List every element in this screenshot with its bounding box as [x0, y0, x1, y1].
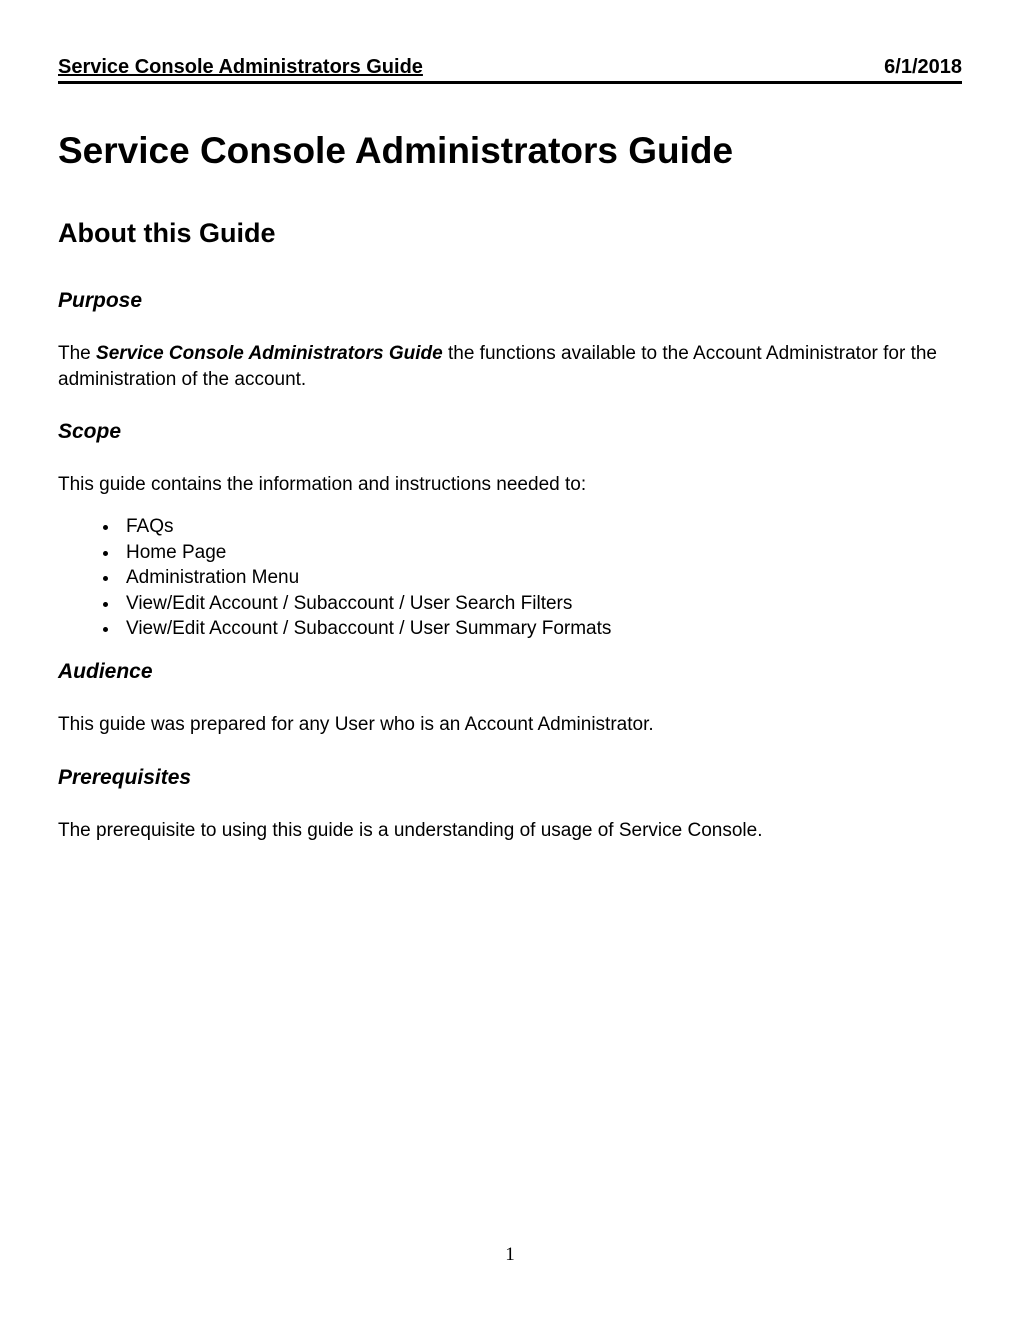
audience-paragraph: This guide was prepared for any User who…: [58, 712, 962, 738]
header-date: 6/1/2018: [884, 56, 962, 79]
about-heading: About this Guide: [58, 218, 962, 249]
prerequisites-paragraph: The prerequisite to using this guide is …: [58, 818, 962, 844]
list-item: View/Edit Account / Subaccount / User Su…: [120, 616, 962, 642]
prerequisites-heading: Prerequisites: [58, 766, 962, 790]
document-title: Service Console Administrators Guide: [58, 130, 962, 172]
purpose-paragraph: The Service Console Administrators Guide…: [58, 341, 962, 392]
header-title: Service Console Administrators Guide: [58, 56, 423, 79]
scope-list: FAQs Home Page Administration Menu View/…: [120, 514, 962, 642]
list-item: FAQs: [120, 514, 962, 540]
page-number: 1: [0, 1244, 1020, 1266]
list-item: Home Page: [120, 540, 962, 566]
purpose-heading: Purpose: [58, 289, 962, 313]
scope-heading: Scope: [58, 420, 962, 444]
purpose-bold-italic: Service Console Administrators Guide: [96, 343, 443, 364]
audience-heading: Audience: [58, 660, 962, 684]
scope-intro: This guide contains the information and …: [58, 472, 962, 498]
page-header: Service Console Administrators Guide 6/1…: [58, 56, 962, 84]
purpose-text-before: The: [58, 343, 96, 364]
list-item: Administration Menu: [120, 565, 962, 591]
list-item: View/Edit Account / Subaccount / User Se…: [120, 591, 962, 617]
